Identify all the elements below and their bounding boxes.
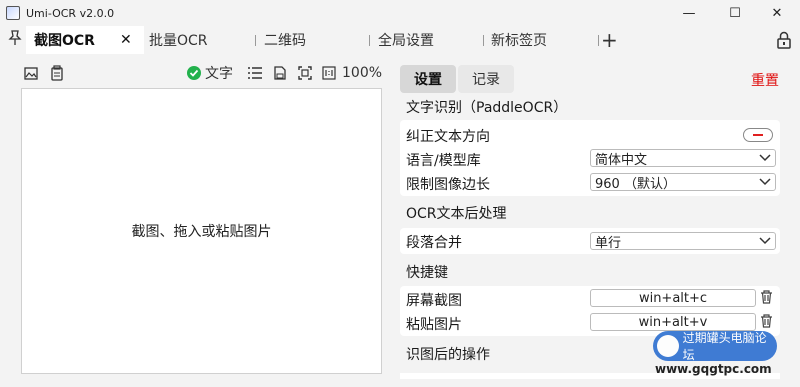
screenshot-hotkey-label: 屏幕截图 [406,293,462,309]
limit-size-select[interactable]: 960 （默认） [590,173,776,193]
chevron-down-icon [759,174,771,193]
tab-close-icon[interactable]: ✕ [120,32,132,48]
tab-label: 全局设置 [378,33,434,49]
trash-icon[interactable] [760,290,773,308]
tab-qrcode[interactable]: 二维码 [264,26,306,54]
tab-label: 二维码 [264,33,306,49]
paragraph-merge-label: 段落合并 [406,235,462,251]
tab-settings[interactable]: 设置 [400,65,456,93]
watermark-url: www.gqgtpc.com [655,362,772,376]
chevron-down-icon [759,233,771,252]
limit-size-value: 960 （默认） [595,176,676,192]
section-title-ocr: 文字识别（PaddleOCR） [406,100,568,116]
fit-screen-icon[interactable] [298,64,312,82]
tab-label: 截图OCR [34,33,95,49]
drop-hint: 截图、拖入或粘贴图片 [131,224,272,240]
paragraph-merge-value: 单行 [595,235,622,251]
tab-global-settings[interactable]: 全局设置 [378,26,434,54]
tab-separator [483,35,484,46]
section-title-postprocess: OCR文本后处理 [406,206,507,222]
zoom-level: 100% [342,65,383,81]
app-icon [6,6,20,20]
language-select[interactable]: 简体中文 [590,149,776,169]
zoom-control[interactable]: 100% [322,64,382,82]
image-drop-area[interactable]: 截图、拖入或粘贴图片 [21,88,382,374]
image-toolbar: 文字 100% [8,60,384,86]
list-icon[interactable] [248,64,262,82]
paragraph-merge-select[interactable]: 单行 [590,232,776,252]
section-title-after-ocr: 识图后的操作 [406,347,490,363]
text-toggle-label: 文字 [205,66,233,82]
image-icon[interactable] [24,64,38,82]
close-window-button[interactable]: ✕ [754,0,800,26]
window-title: Umi-OCR v2.0.0 [26,6,115,20]
correct-direction-toggle[interactable] [743,128,773,142]
lock-icon[interactable] [776,30,792,50]
language-label: 语言/模型库 [406,153,481,169]
clipboard-icon[interactable] [50,64,64,82]
watermark-text: 过期罐头电脑论坛 [682,331,767,362]
language-value: 简体中文 [595,152,648,168]
tab-separator [598,35,599,46]
right-panel-tabs: 设置 记录 [400,65,514,93]
reset-button[interactable]: 重置 [751,70,779,90]
minimize-button[interactable]: — [666,0,712,26]
chevron-down-icon [759,150,771,169]
ocr-settings-card: 纠正文本方向 语言/模型库 简体中文 限制图像边长 960 （默认） [400,120,780,196]
postprocess-card: 段落合并 单行 [400,228,780,254]
actual-size-icon [322,66,336,80]
tab-bar: 截图OCR ✕ 批量OCR 二维码 全局设置 新标签页 + [0,26,800,54]
pin-icon[interactable] [8,30,22,50]
maximize-button[interactable]: ☐ [712,0,758,26]
tab-new-tab[interactable]: 新标签页 [491,26,547,54]
section-title-hotkey: 快捷键 [406,265,448,281]
tab-history[interactable]: 记录 [458,65,514,93]
watermark-logo-icon [657,335,679,357]
tab-label: 批量OCR [149,33,208,49]
watermark-badge: 过期罐头电脑论坛 [653,331,777,362]
tab-separator [369,35,370,46]
paste-hotkey-label: 粘贴图片 [406,317,462,333]
limit-size-label: 限制图像边长 [406,177,490,193]
tab-screenshot-ocr[interactable]: 截图OCR ✕ [26,26,144,54]
text-toggle[interactable]: 文字 [186,64,233,82]
tab-batch-ocr[interactable]: 批量OCR [149,26,208,54]
tab-separator [255,35,256,46]
check-circle-icon [187,66,201,80]
screenshot-hotkey-input[interactable]: win+alt+c [590,289,756,307]
tab-label: 新标签页 [491,33,547,49]
save-icon[interactable] [274,64,286,82]
add-tab-button[interactable]: + [601,26,618,54]
correct-direction-label: 纠正文本方向 [406,129,490,145]
